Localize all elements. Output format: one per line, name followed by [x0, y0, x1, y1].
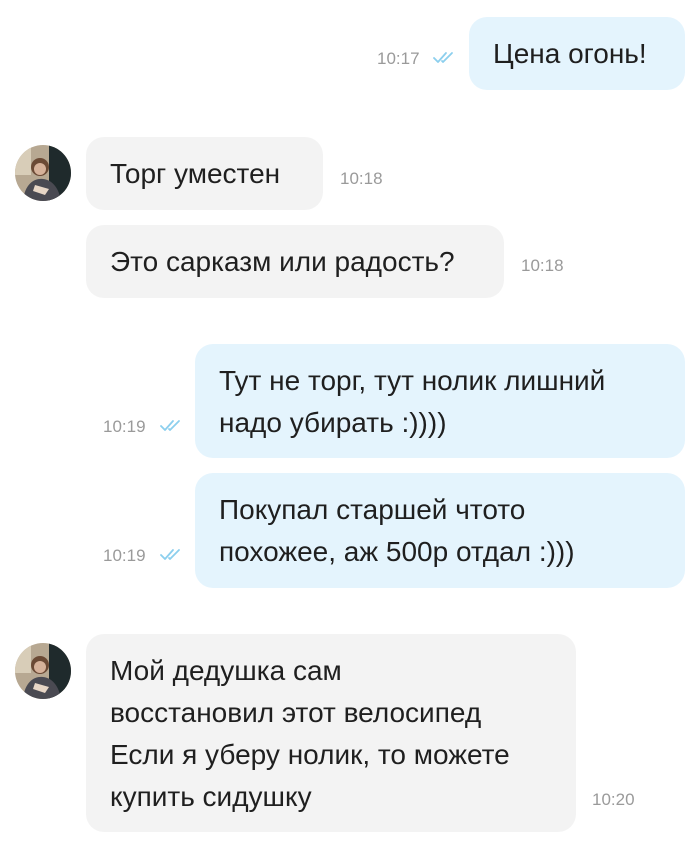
incoming-message-bubble[interactable]: Это сарказм или радость?	[86, 225, 504, 298]
message-time: 10:17	[377, 49, 420, 68]
message-time: 10:19	[103, 546, 146, 565]
incoming-message-bubble[interactable]: Торг уместен	[86, 137, 323, 210]
outgoing-message-bubble[interactable]: Цена огонь!	[469, 17, 685, 90]
double-check-icon	[160, 549, 180, 560]
outgoing-message-bubble[interactable]: Тут не торг, тут нолик лишний надо убира…	[195, 344, 685, 458]
message-time: 10:18	[340, 169, 383, 188]
user-avatar-icon	[15, 643, 71, 699]
avatar[interactable]	[15, 643, 71, 699]
double-check-icon	[433, 52, 453, 63]
user-avatar-icon	[15, 145, 71, 201]
avatar[interactable]	[15, 145, 71, 201]
message-time: 10:18	[521, 256, 564, 275]
message-time: 10:19	[103, 417, 146, 436]
double-check-icon	[160, 420, 180, 431]
incoming-message-bubble[interactable]: Мой дедушка сам восстановил этот велосип…	[86, 634, 576, 832]
outgoing-message-bubble[interactable]: Покупал старшей чтото похожее, аж 500р о…	[195, 473, 685, 588]
message-time: 10:20	[592, 790, 635, 809]
